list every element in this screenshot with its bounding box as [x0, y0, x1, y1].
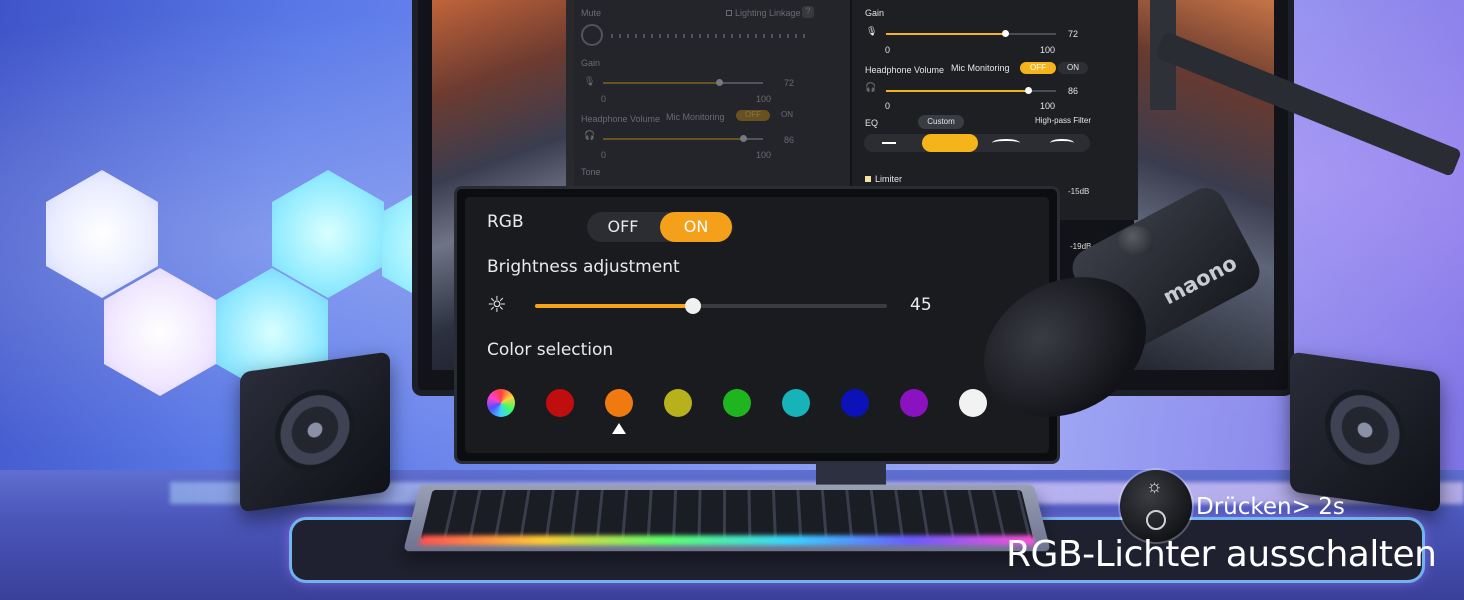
headphone-slider-fill: [886, 90, 1029, 92]
mic-icon: 🎙: [584, 76, 596, 86]
gain-min: 0: [601, 94, 607, 104]
limiter-db-high: -15dB: [1068, 187, 1090, 196]
gain-value: 72: [1068, 29, 1079, 39]
callout-title: RGB-Lichter ausschalten: [1006, 534, 1437, 575]
headphone-slider-knob[interactable]: [1025, 87, 1032, 94]
mic-icon: 🎙: [866, 26, 878, 36]
gain-label: Gain: [865, 8, 885, 18]
brightness-value: 45: [910, 295, 932, 315]
mute-label: Mute: [581, 8, 602, 18]
color-selection-label: Color selection: [487, 340, 614, 360]
power-knob-icon: [1146, 510, 1166, 530]
headphone-value: 86: [784, 135, 795, 145]
gain-value: 72: [784, 78, 795, 88]
speaker-left: [240, 351, 390, 513]
selected-color-marker: [612, 423, 626, 434]
color-swatch[interactable]: [782, 389, 810, 417]
help-icon[interactable]: ?: [802, 6, 814, 18]
software-panel-dim: Mute Lighting Linkage ? Gain 🎙 72 0 100 …: [566, 0, 850, 190]
color-swatch[interactable]: [900, 389, 928, 417]
brightness-slider[interactable]: [535, 298, 887, 314]
speaker-cone: [275, 384, 355, 476]
lighting-linkage-checkbox[interactable]: Lighting Linkage: [726, 8, 801, 18]
high-pass-label: High-pass Filter: [1035, 116, 1092, 125]
headphone-slider-knob[interactable]: [740, 135, 747, 142]
color-swatch-rainbow[interactable]: [487, 389, 515, 417]
gain-label: Gain: [581, 58, 601, 68]
mic-monitoring-label: Mic Monitoring: [666, 112, 725, 122]
gain-slider-knob[interactable]: [716, 79, 723, 86]
headphone-slider-fill: [603, 138, 741, 140]
mic-monitoring-label: Mic Monitoring: [951, 63, 1010, 73]
tone-label: Tone: [581, 167, 601, 177]
eq-flat-icon[interactable]: [882, 142, 896, 144]
color-swatch[interactable]: [546, 389, 574, 417]
gain-slider-fill: [603, 82, 718, 84]
press-duration-text: Drücken> 2s: [1196, 494, 1345, 520]
rgb-toggle-on[interactable]: ON: [660, 212, 732, 242]
eq-high-icon[interactable]: [1050, 139, 1074, 147]
color-swatch[interactable]: [723, 389, 751, 417]
microphone-knob[interactable]: [1118, 226, 1154, 256]
eq-lowcut-icon[interactable]: [922, 134, 978, 152]
keyboard-rgb-glow: [419, 535, 1035, 546]
color-swatch[interactable]: [841, 389, 869, 417]
rgb-title: RGB: [487, 212, 524, 232]
color-swatch[interactable]: [959, 389, 987, 417]
rgb-panel-content: RGB OFF ON Brightness adjustment ☼ 45 Co…: [465, 197, 1049, 453]
color-swatch[interactable]: [664, 389, 692, 417]
brightness-label: Brightness adjustment: [487, 257, 680, 277]
keyboard: [403, 484, 1051, 552]
headphone-max: 100: [1040, 101, 1056, 111]
headphone-icon: 🎧: [865, 82, 877, 92]
sun-icon: ☼: [1146, 476, 1163, 496]
brightness-sun-icon: ☼: [487, 293, 507, 318]
limiter-checkbox[interactable]: Limiter: [865, 174, 902, 184]
headphone-value: 86: [1068, 86, 1079, 96]
gain-max: 100: [1040, 45, 1056, 55]
eq-label: EQ: [865, 118, 879, 128]
eq-mid-icon[interactable]: [992, 139, 1020, 147]
gain-slider-knob[interactable]: [1002, 30, 1009, 37]
headphone-volume-label: Headphone Volume: [865, 65, 945, 75]
headphone-volume-label: Headphone Volume: [581, 114, 661, 124]
gain-slider-fill: [886, 33, 1006, 35]
rgb-toggle[interactable]: OFF ON: [587, 212, 733, 242]
headphone-icon: 🎧: [584, 130, 596, 140]
monitoring-off-button[interactable]: OFF: [1020, 62, 1056, 74]
rgb-toggle-off[interactable]: OFF: [587, 212, 659, 242]
headphone-min: 0: [885, 101, 891, 111]
speaker-cone: [1325, 384, 1405, 476]
keyboard-keys: [420, 490, 1034, 540]
mute-level-meter: [611, 34, 811, 38]
color-swatch[interactable]: [605, 389, 633, 417]
headphone-min: 0: [601, 150, 607, 160]
rgb-control-panel: RGB OFF ON Brightness adjustment ☼ 45 Co…: [454, 186, 1060, 464]
rgb-button[interactable]: ☼: [1120, 470, 1192, 542]
brightness-slider-fill: [535, 304, 694, 308]
monitoring-on-button[interactable]: ON: [1058, 62, 1088, 74]
eq-mode-bar: [864, 134, 1090, 152]
monitoring-on-button[interactable]: ON: [774, 110, 800, 121]
gain-max: 100: [756, 94, 772, 104]
mic-mute-icon[interactable]: [581, 24, 603, 46]
speaker-right: [1290, 351, 1440, 513]
headphone-max: 100: [756, 150, 772, 160]
gain-min: 0: [885, 45, 891, 55]
eq-preset-dropdown[interactable]: Custom: [918, 115, 964, 129]
brightness-slider-knob[interactable]: [685, 298, 702, 314]
monitoring-off-button[interactable]: OFF: [736, 110, 770, 121]
